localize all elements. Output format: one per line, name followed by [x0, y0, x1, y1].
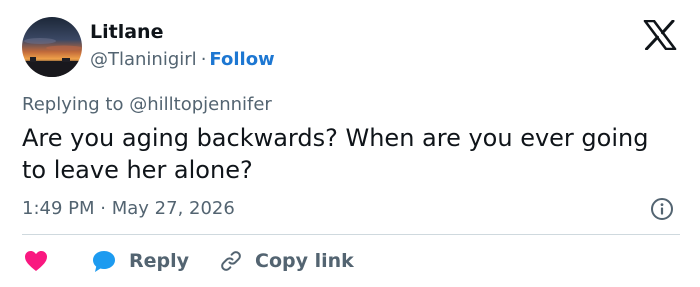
heart-icon [22, 247, 50, 275]
divider [22, 234, 680, 235]
author-handle[interactable]: @Tlaninigirl [90, 49, 197, 70]
tweet-text: Are you aging backwards? When are you ev… [22, 124, 649, 184]
separator-dot: · [200, 49, 207, 70]
like-button[interactable] [22, 247, 50, 275]
replying-to: Replying to @hilltopjennifer [22, 94, 272, 115]
author-meta: @Tlaninigirl · Follow [90, 49, 275, 70]
replying-handle[interactable]: @hilltopjennifer [129, 94, 272, 115]
x-logo-icon[interactable] [643, 19, 677, 51]
tweet-timestamp[interactable]: 1:49 PM · May 27, 2026 [22, 198, 235, 219]
action-bar: Reply Copy link [22, 246, 354, 276]
tweet-date: May 27, 2026 [111, 198, 235, 219]
separator-dot: · [100, 198, 106, 219]
author-name[interactable]: Litlane [90, 21, 163, 43]
info-icon[interactable] [650, 197, 674, 221]
copy-link-label: Copy link [255, 250, 354, 272]
reply-button[interactable]: Reply [91, 248, 189, 274]
link-icon [219, 249, 243, 273]
copy-link-button[interactable]: Copy link [219, 249, 354, 273]
tweet-card: Litlane @Tlaninigirl · Follow Replying to … [0, 0, 700, 287]
speech-bubble-icon [91, 248, 117, 274]
reply-label: Reply [129, 250, 190, 272]
follow-link[interactable]: Follow [209, 49, 274, 70]
avatar-sunset-image [22, 17, 82, 77]
replying-prefix: Replying to [22, 94, 124, 115]
avatar[interactable] [22, 17, 82, 77]
tweet-time: 1:49 PM [22, 198, 95, 219]
